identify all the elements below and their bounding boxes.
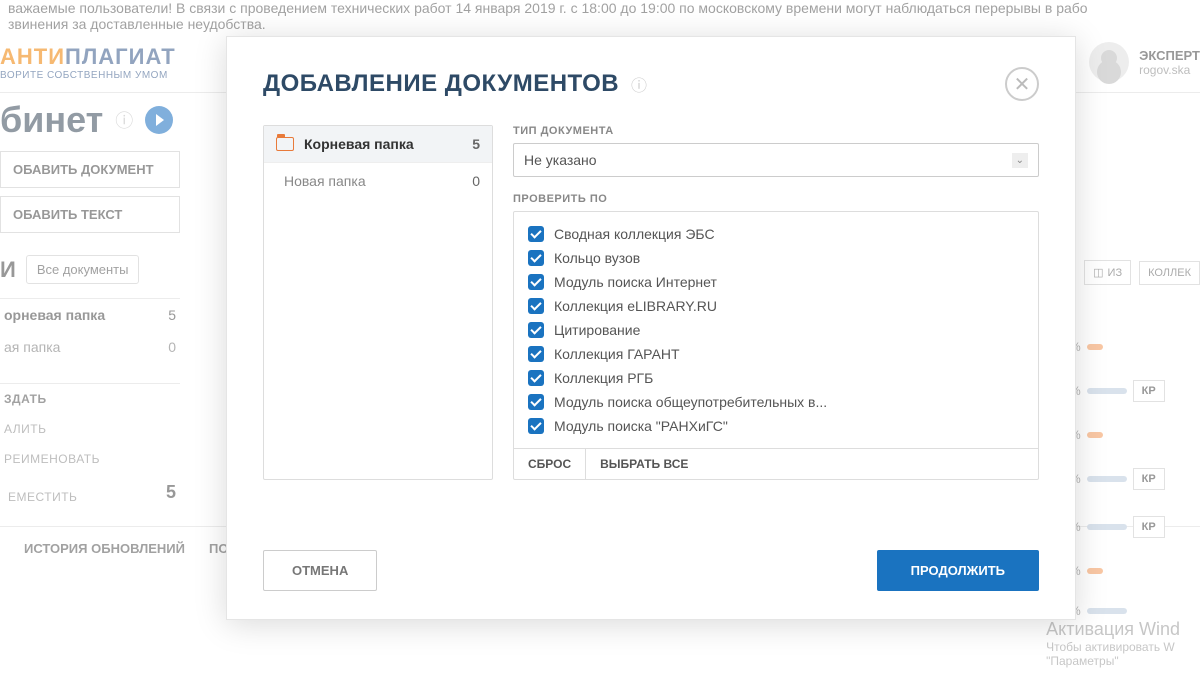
doc-type-value: Не указано: [524, 152, 597, 168]
avatar: [1089, 42, 1129, 82]
reset-button[interactable]: СБРОС: [514, 449, 586, 479]
action-move: ЕМЕСТИТЬ: [4, 482, 81, 512]
folder-item-root[interactable]: Корневая папка 5: [264, 126, 492, 163]
side-child-folder: ая папка: [4, 339, 60, 355]
logo-slogan: ВОРИТЕ СОБСТВЕННЫМ УМОМ: [0, 70, 176, 81]
help-icon[interactable]: ⓘ: [631, 78, 647, 95]
checkbox-icon[interactable]: [528, 418, 544, 434]
checkbox-icon[interactable]: [528, 322, 544, 338]
checkbox-icon[interactable]: [528, 274, 544, 290]
add-documents-modal: ДОБАВЛЕНИЕ ДОКУМЕНТОВ ⓘ ✕ Корневая папка…: [226, 36, 1076, 620]
check-by-label: ПРОВЕРИТЬ ПО: [513, 193, 1039, 205]
check-source-item[interactable]: Модуль поиска "РАНХиГС": [528, 414, 1024, 438]
checkbox-icon[interactable]: [528, 394, 544, 410]
checkbox-icon[interactable]: [528, 298, 544, 314]
user-area: ЭКСПЕРТ rogov.ska: [1089, 42, 1200, 82]
doc-type-select[interactable]: Не указано ⌄: [513, 143, 1039, 177]
check-source-item[interactable]: Цитирование: [528, 318, 1024, 342]
check-source-item[interactable]: Кольцо вузов: [528, 246, 1024, 270]
check-source-label: Сводная коллекция ЭБС: [554, 226, 715, 242]
banner-line1: важаемые пользователи! В связи с проведе…: [8, 0, 1192, 16]
chip-iz: ◫ ИЗ: [1084, 260, 1131, 285]
cancel-button[interactable]: ОТМЕНА: [263, 550, 377, 591]
logo-plagiat: ПЛАГИАТ: [65, 44, 176, 69]
side-child-count: 0: [168, 339, 176, 355]
check-source-label: Модуль поиска общеупотребительных в...: [554, 394, 827, 410]
side-total: 5: [166, 482, 176, 512]
continue-button[interactable]: ПРОДОЛЖИТЬ: [877, 550, 1039, 591]
check-source-label: Модуль поиска "РАНХиГС": [554, 418, 728, 434]
banner-line2: звинения за доставленные неудобства.: [8, 16, 1192, 32]
check-source-item[interactable]: Коллекция eLIBRARY.RU: [528, 294, 1024, 318]
user-email: rogov.ska: [1139, 63, 1200, 77]
check-source-label: Модуль поиска Интернет: [554, 274, 717, 290]
checkbox-icon[interactable]: [528, 250, 544, 266]
close-button[interactable]: ✕: [1005, 67, 1039, 101]
play-icon: [145, 106, 173, 134]
check-source-label: Коллекция ГАРАНТ: [554, 346, 680, 362]
user-role: ЭКСПЕРТ: [1139, 48, 1200, 63]
folder-name: Корневая папка: [304, 136, 472, 152]
add-document-button: ОБАВИТЬ ДОКУМЕНТ: [0, 151, 180, 188]
check-source-item[interactable]: Модуль поиска Интернет: [528, 270, 1024, 294]
right-stats: % %КР % %КР %КР % %: [1070, 340, 1200, 644]
windows-watermark: Активация Wind Чтобы активировать W "Пар…: [1046, 619, 1180, 668]
check-source-item[interactable]: Коллекция ГАРАНТ: [528, 342, 1024, 366]
filter-chip-all: Все документы: [26, 255, 140, 284]
folder-name: Новая папка: [284, 173, 472, 189]
page-title: бинет: [0, 99, 103, 141]
check-source-item[interactable]: Сводная коллекция ЭБС: [528, 222, 1024, 246]
logo: АНТИПЛАГИАТ ВОРИТЕ СОБСТВЕННЫМ УМОМ: [0, 44, 176, 81]
side-root-folder: орневая папка: [4, 307, 105, 323]
check-source-item[interactable]: Коллекция РГБ: [528, 366, 1024, 390]
side-root-count: 5: [168, 307, 176, 323]
filter-title: И: [0, 257, 16, 283]
select-all-button[interactable]: ВЫБРАТЬ ВСЕ: [586, 449, 702, 479]
folder-icon: [276, 137, 294, 151]
modal-title: ДОБАВЛЕНИЕ ДОКУМЕНТОВ: [263, 70, 619, 97]
folder-item-child[interactable]: Новая папка 0: [264, 163, 492, 199]
logo-anti: АНТИ: [0, 44, 65, 69]
doc-type-label: ТИП ДОКУМЕНТА: [513, 125, 1039, 137]
check-source-label: Коллекция РГБ: [554, 370, 653, 386]
checkbox-icon[interactable]: [528, 370, 544, 386]
check-source-item[interactable]: Модуль поиска общеупотребительных в...: [528, 390, 1024, 414]
checkbox-icon[interactable]: [528, 226, 544, 242]
folder-count: 5: [472, 136, 480, 152]
check-sources-panel: Сводная коллекция ЭБС Кольцо вузов Модуль …: [513, 211, 1039, 480]
check-source-label: Коллекция eLIBRARY.RU: [554, 298, 717, 314]
help-icon: ⓘ: [115, 107, 133, 133]
checkbox-icon[interactable]: [528, 346, 544, 362]
folder-count: 0: [472, 173, 480, 189]
notice-banner: важаемые пользователи! В связи с проведе…: [0, 0, 1200, 32]
add-text-button: ОБАВИТЬ ТЕКСТ: [0, 196, 180, 233]
folder-panel: Корневая папка 5 Новая папка 0: [263, 125, 493, 480]
chip-collection: КОЛЛЕК: [1139, 261, 1200, 285]
check-source-label: Кольцо вузов: [554, 250, 640, 266]
check-source-label: Цитирование: [554, 322, 640, 338]
chevron-down-icon: ⌄: [1012, 153, 1028, 168]
footer-history: ИСТОРИЯ ОБНОВЛЕНИЙ: [24, 541, 185, 556]
